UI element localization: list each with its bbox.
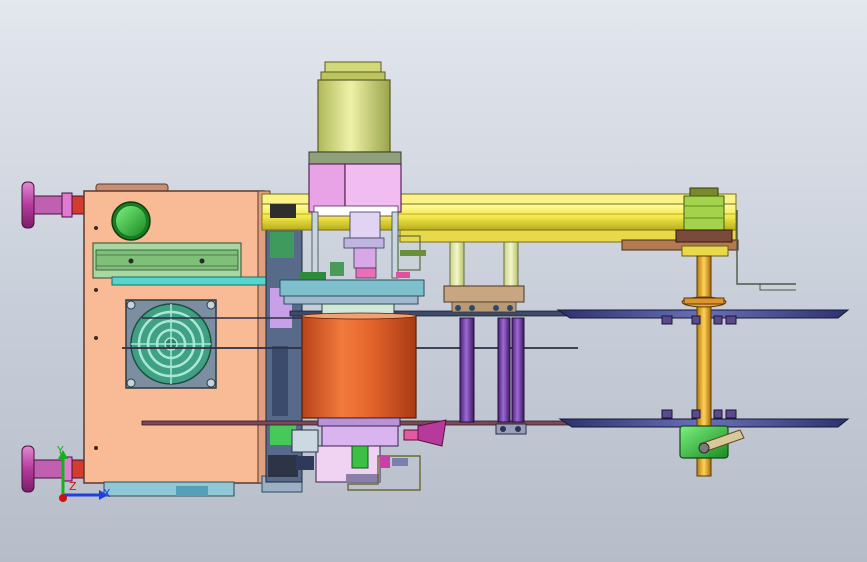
- triad-y-label: Y: [56, 444, 64, 457]
- drum-icon: [301, 303, 417, 419]
- post-icon: [449, 241, 519, 289]
- terminal-strip: [92, 242, 242, 279]
- knob-icon: [21, 181, 85, 229]
- pulley-icon: [675, 187, 733, 257]
- support-bar: [279, 279, 425, 297]
- rod-collars: [495, 423, 527, 435]
- carriage: [443, 285, 525, 313]
- rod-icon: [459, 317, 525, 423]
- support-bar-lower: [283, 295, 419, 305]
- cad-viewport[interactable]: X Y Z: [0, 0, 867, 562]
- shaft-clamp: [679, 425, 745, 459]
- wire-bracket: [736, 210, 796, 291]
- triad-x-label: X: [103, 487, 111, 500]
- fan-icon: [125, 299, 217, 389]
- cyan-bar: [111, 276, 283, 286]
- cad-drawing: X Y Z: [21, 61, 850, 502]
- triad-z-label: Z: [69, 480, 77, 493]
- coupling-block: [308, 163, 402, 217]
- power-button-icon: [111, 201, 151, 241]
- motor-icon: [308, 61, 402, 165]
- drum-base: [315, 417, 421, 491]
